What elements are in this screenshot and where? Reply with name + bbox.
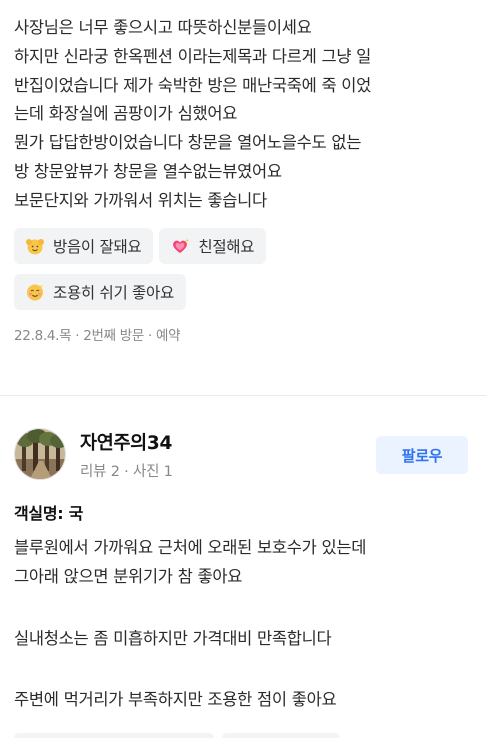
reviewer-name[interactable]: 자연주의34 [80,429,172,455]
keyword-tag-label: 친절해요 [198,237,255,256]
review-line: 블루원에서 가까워요 근처에 오래된 보호수가 있는데 [14,538,367,557]
avatar[interactable] [14,428,66,480]
keyword-tag [222,733,340,738]
visit-meta: 22.8.4.목 · 2번째 방문 · 예약 [14,327,181,344]
review-line: 는데 화장실에 곰팡이가 심했어요 [14,104,238,124]
review-line: 그아래 앉으면 분위기가 참 좋아요 [14,566,243,586]
review-line: 하지만 신라궁 한옥펜션 이라는제목과 다르게 그냥 일 [14,46,372,66]
review-text: 사장님은 너무 좋으시고 따뜻하신분들이세요 하지만 신라궁 한옥펜션 이라는제… [0,0,486,216]
keyword-tag-label: 조용히 쉬기 좋아요 [53,283,174,302]
review-text: 블루원에서 가까워요 근처에 오래된 보호수가 있는데 그아래 앉으면 분위기가… [14,534,366,715]
hands-up-emoji-icon [26,238,44,255]
keyword-tag: 친절해요 [159,227,267,264]
review-line: 뭔가 답답한방이었습니다 창문을 열어노을수도 없는 [14,133,362,153]
review-divider [0,395,486,396]
reviewer-stats: 리뷰 2 · 사진 1 [80,464,173,480]
review-line: 사장님은 너무 좋으시고 따뜻하신분들이세요 [14,18,312,37]
smiling-face-emoji-icon [27,284,44,301]
sparkling-heart-emoji-icon [173,238,190,253]
review-line: 실내청소는 좀 미흡하지만 가격대비 만족합니다 [14,628,332,648]
review-line: 방 창문앞뷰가 창문을 열수없는뷰였어요 [14,161,282,181]
follow-button[interactable]: 팔로우 [376,436,468,474]
keyword-tag: 조용히 쉬기 좋아요 [14,273,186,310]
review-line: 보문단지와 가까워서 위치는 좋습니다 [14,190,267,210]
reviewer-profile: 자연주의34 리뷰 2 · 사진 1 팔로우 [14,428,472,484]
keyword-tag-label: 방음이 잘돼요 [53,237,142,256]
keyword-tag: 방음이 잘돼요 [14,227,154,264]
review-line: 주변에 먹거리가 부족하지만 조용한 점이 좋아요 [14,690,337,710]
keyword-tag [14,733,214,738]
avatar-image [15,429,65,479]
review-line: 반집이었습니다 제가 숙박한 방은 매난국죽에 죽 이었 [14,75,372,95]
keyword-tags: 방음이 잘돼요 친절해요 조용히 쉬기 좋아요 [0,216,330,310]
room-name: 객실명: 국 [14,504,84,523]
